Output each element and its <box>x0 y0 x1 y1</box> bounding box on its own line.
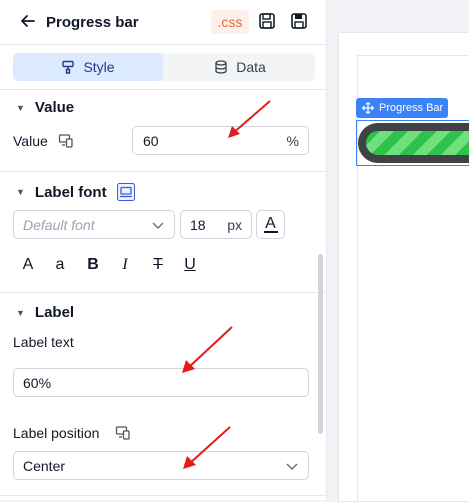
italic-button[interactable]: I <box>113 256 137 274</box>
font-family-select[interactable]: Default font <box>13 210 175 239</box>
font-size-unit: px <box>227 217 242 233</box>
progress-bar-track[interactable] <box>358 123 469 163</box>
value-unit: % <box>286 133 299 149</box>
annotation-arrow-icon <box>228 100 271 138</box>
tab-data[interactable]: Data <box>165 53 315 81</box>
section-label-font-header[interactable]: ▼ Label font <box>16 183 135 201</box>
divider <box>0 292 326 293</box>
uppercase-button[interactable]: A <box>16 256 40 274</box>
label-position-label: Label position <box>13 425 100 441</box>
value-input[interactable]: 60 % <box>132 126 309 155</box>
font-family-placeholder: Default font <box>23 217 95 233</box>
divider <box>0 89 326 90</box>
style-data-tabs: Style Data <box>13 53 315 81</box>
label-position-select[interactable]: Center <box>13 451 309 480</box>
progress-bar-fill <box>366 131 469 155</box>
chevron-down-icon <box>152 222 164 230</box>
widget-tag-label: Progress Bar <box>379 102 444 114</box>
font-size-input[interactable]: 18 px <box>180 210 252 239</box>
annotation-arrow-icon <box>183 426 231 469</box>
paint-roller-icon <box>62 60 75 74</box>
bold-button[interactable]: B <box>81 256 105 274</box>
label-text-label: Label text <box>13 334 74 350</box>
back-arrow-icon[interactable] <box>18 11 38 31</box>
font-size-value: 18 <box>190 217 206 233</box>
label-text-input[interactable]: 60% <box>13 368 309 397</box>
value-label: Value <box>13 133 48 149</box>
chevron-down-icon <box>286 463 298 471</box>
database-icon <box>215 60 227 74</box>
font-color-button[interactable]: A <box>256 210 285 239</box>
section-label-header[interactable]: ▼ Label <box>16 304 74 321</box>
section-title: Label font <box>34 183 107 201</box>
collapse-triangle-icon: ▼ <box>16 187 25 197</box>
widget-selection-tag[interactable]: Progress Bar <box>356 98 448 118</box>
section-value-header[interactable]: ▼ Value <box>16 99 74 116</box>
collapse-triangle-icon: ▼ <box>16 102 25 113</box>
properties-panel: Progress bar .css Style Data ▼ Value Val… <box>0 0 327 500</box>
css-button[interactable]: .css <box>211 10 249 34</box>
value-input-text: 60 <box>143 133 159 149</box>
tab-data-label: Data <box>236 59 266 75</box>
underline-button[interactable]: U <box>178 256 202 274</box>
font-color-swatch <box>264 231 278 233</box>
save-icon[interactable] <box>258 12 276 30</box>
divider <box>0 495 326 496</box>
section-title: Value <box>34 99 75 116</box>
move-icon <box>362 102 374 114</box>
save-as-icon[interactable] <box>290 12 308 30</box>
collapse-triangle-icon: ▼ <box>16 307 25 318</box>
lowercase-button[interactable]: a <box>48 256 72 274</box>
panel-title: Progress bar <box>46 14 139 31</box>
panel-header: Progress bar .css <box>0 0 326 45</box>
laptop-icon[interactable] <box>116 183 135 201</box>
section-title: Label <box>34 304 75 321</box>
tab-style-label: Style <box>83 59 115 75</box>
responsive-devices-icon[interactable] <box>115 425 131 441</box>
divider <box>0 171 326 172</box>
label-position-value: Center <box>23 458 66 474</box>
label-text-value: 60% <box>23 375 52 391</box>
strikethrough-button[interactable]: T <box>146 256 170 274</box>
responsive-devices-icon[interactable] <box>58 133 74 149</box>
tab-style[interactable]: Style <box>13 53 163 81</box>
annotation-arrow-icon <box>182 326 233 373</box>
panel-scrollbar[interactable] <box>318 254 323 434</box>
